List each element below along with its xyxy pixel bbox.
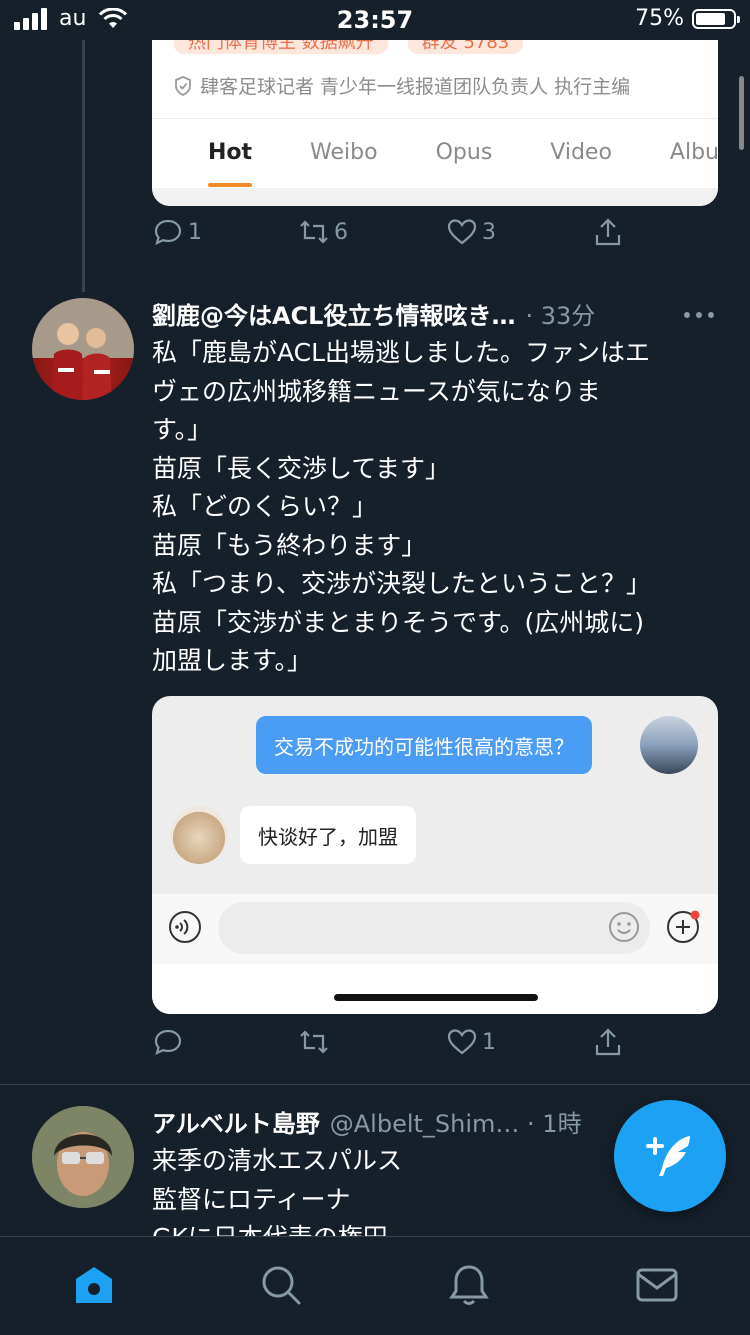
status-bar: au 23:57 75% [0, 0, 750, 40]
like-button[interactable]: 3 [446, 216, 496, 248]
emoji-icon [609, 912, 639, 942]
shield-icon [175, 75, 191, 96]
avatar[interactable] [32, 1106, 134, 1208]
heart-icon [447, 1029, 477, 1055]
share-button[interactable] [592, 1026, 624, 1058]
battery-percent: 75% [635, 6, 684, 31]
search-icon[interactable] [259, 1263, 303, 1307]
reply-icon [154, 1029, 182, 1056]
tweet-line: 私「つまり、交渉が決裂したということ？」 [152, 569, 652, 598]
more-options-icon[interactable] [684, 312, 714, 318]
display-name[interactable]: 劉鹿@今はACL役立ち情報呟き… [152, 296, 515, 331]
reply-icon [154, 219, 182, 246]
share-icon [595, 1028, 621, 1056]
messages-envelope-icon[interactable] [635, 1263, 679, 1307]
avatar-photo [32, 1106, 134, 1208]
compose-feather-icon [646, 1136, 690, 1176]
voice-icon [169, 911, 201, 943]
chat-bubble-other: 快谈好了，加盟 [240, 806, 416, 864]
tweet-line: 私「どのくらい？」 [152, 492, 378, 521]
tweet-handle: @Albelt_Shim… · 1時 [329, 1110, 582, 1138]
tab-video[interactable]: Video [550, 140, 612, 165]
tweet-actions: 1 6 3 [152, 216, 712, 260]
tweet-line: GKに日本代表の権田 [152, 1219, 402, 1236]
divider [0, 1084, 750, 1085]
tweet-header: 劉鹿@今はACL役立ち情報呟き… · 33分 [152, 296, 595, 331]
profile-tabs: Hot Weibo Opus Video Albur [208, 140, 718, 187]
avatar-photo [32, 298, 134, 400]
notifications-bell-icon[interactable] [447, 1263, 491, 1307]
scrollbar[interactable] [739, 76, 744, 150]
verified-text: 肆客足球记者 青少年一线报道团队负责人 执行主编 [200, 76, 631, 98]
chat-avatar [170, 806, 228, 864]
chat-text-field [218, 902, 650, 954]
tweet-line: 苗原「交渉がまとまりそうです。(広州城に) [152, 607, 645, 637]
badge: 热门体育博主 数据飙升 [174, 40, 388, 54]
tweet-line: 私「鹿島がACL出場逃しました。ファンはエ [152, 338, 651, 367]
tweet-line: 監督にロティーナ [152, 1184, 351, 1214]
display-name[interactable]: アルベルト島野 [152, 1104, 320, 1139]
reply-button[interactable] [152, 1026, 188, 1058]
heart-icon [447, 219, 477, 245]
retweet-icon [300, 1030, 328, 1054]
tab-hot[interactable]: Hot [208, 140, 253, 187]
badge: 群友 5783 [407, 40, 524, 54]
tweet-actions: 1 [152, 1026, 712, 1070]
share-button[interactable] [592, 216, 624, 248]
chat-bubble-me: 交易不成功的可能性很高的意思？ [256, 716, 592, 774]
avatar[interactable] [32, 298, 134, 400]
tweet-line: 加盟します。」 [152, 646, 313, 675]
chat-bottom [152, 964, 718, 1014]
retweet-button[interactable]: 6 [298, 216, 348, 248]
home-icon[interactable] [72, 1263, 116, 1307]
tweet-text: 私「鹿島がACL出場逃しました。ファンはエ ヴェの広州城移籍ニュースが気になりま… [152, 334, 651, 681]
retweet-button[interactable] [298, 1026, 334, 1058]
like-count: 3 [482, 219, 496, 245]
verified-info: 肆客足球记者 青少年一线报道团队负责人 执行主编 [174, 72, 630, 99]
tweet-line: ヴェの広州城移籍ニュースが気になりま [152, 376, 601, 406]
tab-album[interactable]: Albur [670, 140, 718, 165]
chat-avatar [640, 716, 698, 774]
like-button[interactable]: 1 [446, 1026, 496, 1058]
home-indicator [334, 994, 538, 1001]
tweet-line: 苗原「もう終わります」 [152, 530, 427, 560]
card-footer [152, 188, 718, 206]
tab-weibo[interactable]: Weibo [310, 140, 378, 165]
tweet-time: · 33分 [525, 302, 596, 330]
like-count: 1 [482, 1029, 496, 1055]
retweet-icon [300, 220, 328, 244]
reply-button[interactable]: 1 [152, 216, 202, 248]
chat-input-bar [152, 894, 718, 964]
attached-image[interactable]: 交易不成功的可能性很高的意思？ 快谈好了，加盟 [152, 696, 718, 1014]
retweet-count: 6 [334, 219, 348, 245]
tweet-text: 来季の清水エスパルス 監督にロティーナ GKに日本代表の権田 [152, 1142, 402, 1236]
reply-count: 1 [188, 219, 202, 245]
share-icon [595, 218, 621, 246]
tweet-line: 来季の清水エスパルス [152, 1146, 403, 1175]
tweet-line: す。」 [152, 415, 213, 444]
bottom-tab-bar [0, 1236, 750, 1335]
tweet-header: アルベルト島野 @Albelt_Shim… · 1時 [152, 1104, 582, 1139]
plus-icon [667, 910, 700, 943]
divider [152, 118, 718, 119]
thread-line [82, 40, 85, 292]
compose-button[interactable] [614, 1100, 726, 1212]
embedded-image-card[interactable]: 热门体育博主 数据飙升 群友 5783 肆客足球记者 青少年一线报道团队负责人 … [152, 40, 718, 206]
tab-opus[interactable]: Opus [436, 140, 493, 165]
battery-icon [692, 8, 740, 29]
tweet-line: 苗原「長く交渉してます」 [152, 453, 451, 483]
